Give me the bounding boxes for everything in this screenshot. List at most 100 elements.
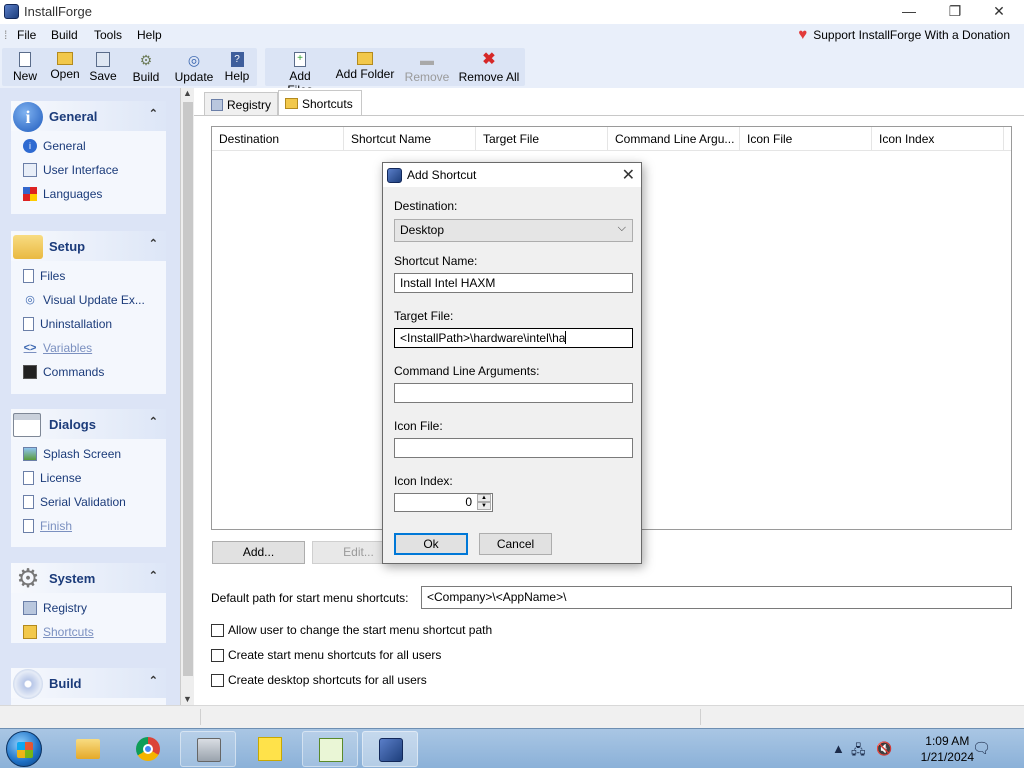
menu-help[interactable]: Help (137, 28, 162, 42)
stepper-down-icon[interactable]: ▼ (477, 502, 491, 510)
add-folder-label: Add Folder (335, 67, 395, 81)
remove-button[interactable]: ▬ Remove (404, 48, 450, 86)
minimize-button[interactable]: — (886, 0, 932, 24)
checkbox-box[interactable] (211, 623, 224, 637)
scrollbar-thumb[interactable] (183, 102, 193, 676)
target-file-value: <InstallPath>\hardware\intel\ha (400, 331, 566, 345)
dialog-title: Add Shortcut (407, 168, 477, 182)
restore-button[interactable]: ❐ (932, 0, 978, 24)
remove-all-button[interactable]: ✖ Remove All (458, 48, 520, 86)
save-label: Save (89, 69, 117, 83)
sidebar-item-license[interactable]: License (23, 468, 81, 488)
icon-index-stepper[interactable]: 0 ▲ ▼ (394, 493, 493, 512)
chrome-icon (136, 737, 160, 761)
taskbar-installforge[interactable] (362, 731, 418, 767)
default-path-input[interactable]: <Company>\<AppName>\ (421, 586, 1012, 609)
sidebar-item-finish[interactable]: Finish (23, 516, 72, 536)
add-shortcut-button[interactable]: Add... (212, 541, 305, 564)
taskbar-chrome[interactable] (120, 731, 176, 767)
checkbox-box[interactable] (211, 648, 224, 662)
collapse-chevron-icon[interactable]: ⌃ (149, 674, 158, 687)
save-button[interactable]: Save (88, 48, 118, 86)
section-system-header[interactable]: ⚙ System ⌃ (11, 563, 166, 593)
menu-file[interactable]: File (17, 28, 36, 42)
column-destination[interactable]: Destination (212, 127, 344, 151)
toolbar: New Open Save ⚙ Build ◎ Update ? Help + … (0, 46, 1024, 97)
menu-build[interactable]: Build (51, 28, 78, 42)
donation-link[interactable]: ♥ Support InstallForge With a Donation (798, 27, 1010, 42)
new-button[interactable]: New (10, 48, 40, 86)
menu-tools[interactable]: Tools (94, 28, 122, 42)
navigation-scrollbar[interactable]: ▲ ▼ (180, 88, 194, 705)
add-files-button[interactable]: + Add Files (275, 48, 325, 97)
sidebar-item-files[interactable]: Files (23, 266, 65, 286)
column-icon-index[interactable]: Icon Index (872, 127, 1004, 151)
close-button[interactable]: ✕ (976, 0, 1022, 24)
cancel-button[interactable]: Cancel (479, 533, 552, 555)
section-dialogs-header[interactable]: Dialogs ⌃ (11, 409, 166, 439)
sidebar-item-registry[interactable]: Registry (23, 598, 87, 618)
stepper-up-icon[interactable]: ▲ (477, 494, 491, 502)
shortcut-name-input[interactable]: Install Intel HAXM (394, 273, 633, 293)
command-line-args-input[interactable] (394, 383, 633, 403)
sidebar-item-label: Languages (43, 187, 103, 201)
update-button[interactable]: ◎ Update (174, 48, 214, 86)
start-button[interactable] (6, 731, 42, 767)
open-button[interactable]: Open (48, 48, 82, 86)
scroll-up-icon[interactable]: ▲ (183, 88, 192, 98)
target-file-input[interactable]: <InstallPath>\hardware\intel\ha (394, 328, 633, 348)
remove-all-label: Remove All (458, 70, 520, 84)
clock[interactable]: 1:09 AM 1/21/2024 (921, 733, 974, 765)
show-hidden-icons-icon[interactable]: ▲ (832, 741, 845, 756)
checkbox-label: Allow user to change the start menu shor… (228, 623, 493, 637)
section-build-header[interactable]: Build ⌃ (11, 668, 166, 699)
column-shortcut-name[interactable]: Shortcut Name (344, 127, 476, 151)
collapse-chevron-icon[interactable]: ⌃ (149, 237, 158, 250)
add-folder-button[interactable]: Add Folder (335, 48, 395, 86)
action-center-icon[interactable]: 🗨 (972, 739, 991, 757)
sidebar-item-variables[interactable]: <> Variables (23, 338, 93, 358)
dialog-close-icon[interactable]: ✕ (622, 165, 635, 185)
icon-file-input[interactable] (394, 438, 633, 458)
sidebar-item-serial-validation[interactable]: Serial Validation (23, 492, 126, 512)
checkbox-box[interactable] (211, 673, 224, 687)
finish-icon (23, 519, 34, 533)
info-icon: i (13, 102, 43, 132)
section-general-header[interactable]: i General ⌃ (11, 101, 166, 132)
destination-select[interactable]: Desktop ⌵ (394, 219, 633, 242)
collapse-chevron-icon[interactable]: ⌃ (149, 107, 158, 120)
taskbar-sticky-notes[interactable] (242, 731, 298, 767)
sidebar-item-commands[interactable]: Commands (23, 362, 104, 382)
column-command-line-args[interactable]: Command Line Argu... (608, 127, 740, 151)
taskbar-explorer[interactable] (60, 731, 116, 767)
section-setup-header[interactable]: Setup ⌃ (11, 231, 166, 261)
collapse-chevron-icon[interactable]: ⌃ (149, 415, 158, 428)
shortcuts-tab-icon (285, 98, 298, 109)
sidebar-item-label: Variables (43, 341, 93, 355)
ok-button[interactable]: Ok (394, 533, 468, 555)
taskbar-installer-app[interactable] (180, 731, 236, 767)
sidebar-item-shortcuts[interactable]: Shortcuts (23, 622, 94, 642)
network-icon[interactable]: 🖧 (851, 741, 866, 763)
sidebar-item-general[interactable]: i General (23, 136, 86, 156)
scroll-down-icon[interactable]: ▼ (183, 694, 192, 704)
taskbar-notepadpp[interactable] (302, 731, 358, 767)
volume-muted-icon[interactable]: 🔇 (876, 741, 892, 757)
column-target-file[interactable]: Target File (476, 127, 608, 151)
sidebar-item-visual-update[interactable]: ◎ Visual Update Ex... (23, 290, 145, 310)
save-icon (96, 52, 110, 67)
collapse-chevron-icon[interactable]: ⌃ (149, 569, 158, 582)
sidebar-item-splash-screen[interactable]: Splash Screen (23, 444, 121, 464)
tab-registry[interactable]: Registry (204, 92, 278, 116)
tab-shortcuts[interactable]: Shortcuts (278, 90, 362, 116)
desktop-all-users-checkbox[interactable]: Create desktop shortcuts for all users (211, 672, 427, 688)
startmenu-all-users-checkbox[interactable]: Create start menu shortcuts for all user… (211, 647, 441, 663)
build-button[interactable]: ⚙ Build (130, 48, 162, 86)
sidebar-item-uninstallation[interactable]: Uninstallation (23, 314, 112, 334)
allow-change-path-checkbox[interactable]: Allow user to change the start menu shor… (211, 622, 492, 638)
column-icon-file[interactable]: Icon File (740, 127, 872, 151)
sidebar-item-user-interface[interactable]: User Interface (23, 160, 118, 180)
registry-tab-icon (211, 98, 223, 111)
sidebar-item-languages[interactable]: Languages (23, 184, 102, 204)
help-button[interactable]: ? Help (223, 48, 251, 86)
